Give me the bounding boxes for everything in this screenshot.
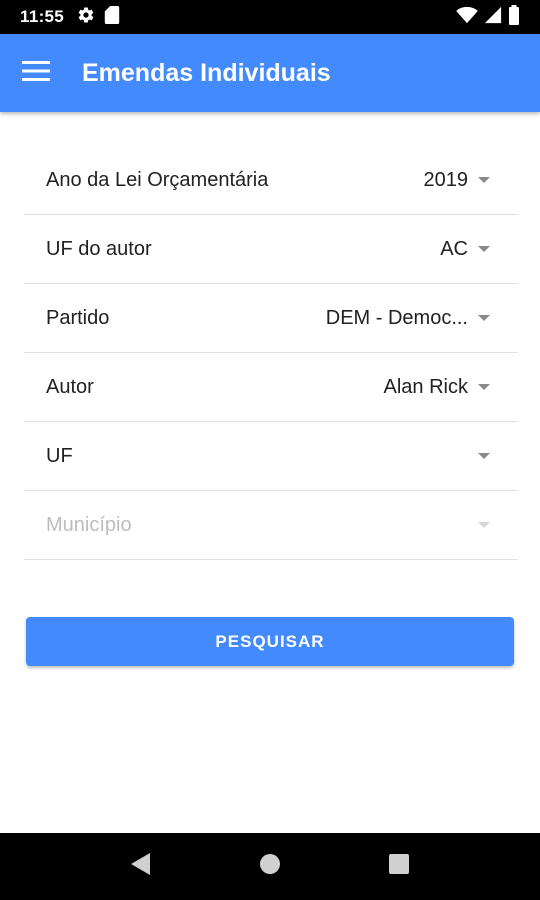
status-time: 11:55 (20, 7, 65, 26)
dropdown-arrow-icon (478, 177, 490, 183)
author-value: Alan Rick (383, 375, 468, 398)
author-dropdown[interactable]: Autor Alan Rick (24, 353, 518, 422)
back-button[interactable] (117, 843, 165, 891)
author-state-label: UF do autor (46, 237, 152, 260)
app-bar: Emendas Individuais (0, 34, 540, 112)
menu-button[interactable] (6, 43, 66, 103)
party-label: Partido (46, 306, 110, 329)
party-dropdown[interactable]: Partido DEM - Democ... (24, 284, 518, 353)
year-value: 2019 (423, 168, 469, 191)
battery-icon (508, 4, 520, 30)
dropdown-arrow-icon (478, 453, 490, 459)
search-form: Ano da Lei Orçamentária 2019 UF do autor… (24, 146, 518, 560)
back-icon (130, 852, 152, 881)
dropdown-arrow-icon (478, 315, 490, 321)
author-label: Autor (46, 375, 94, 398)
year-label: Ano da Lei Orçamentária (46, 168, 269, 191)
search-button[interactable]: PESQUISAR (26, 617, 514, 666)
gear-icon (77, 6, 95, 29)
home-button[interactable] (246, 843, 294, 891)
signal-icon (484, 6, 502, 29)
dropdown-arrow-icon (478, 522, 490, 528)
recents-button[interactable] (375, 843, 423, 891)
municipality-dropdown: Município (24, 491, 518, 560)
recents-icon (388, 853, 410, 880)
wifi-icon (456, 6, 478, 29)
page-title: Emendas Individuais (82, 58, 331, 87)
party-value: DEM - Democ... (325, 306, 468, 329)
home-icon (259, 853, 281, 880)
status-bar: 11:55 (0, 0, 540, 34)
author-state-dropdown[interactable]: UF do autor AC (24, 215, 518, 284)
year-dropdown[interactable]: Ano da Lei Orçamentária 2019 (24, 146, 518, 215)
dropdown-arrow-icon (478, 384, 490, 390)
state-dropdown[interactable]: UF (24, 422, 518, 491)
system-nav-bar (0, 833, 540, 900)
state-label: UF (46, 444, 73, 467)
status-right-icons (456, 4, 520, 30)
status-left-icons (77, 5, 120, 29)
municipality-label: Município (46, 513, 132, 536)
dropdown-arrow-icon (478, 246, 490, 252)
search-button-label: PESQUISAR (215, 631, 325, 651)
author-state-value: AC (440, 237, 468, 260)
hamburger-menu-icon (22, 60, 50, 87)
sd-card-icon (104, 5, 120, 29)
